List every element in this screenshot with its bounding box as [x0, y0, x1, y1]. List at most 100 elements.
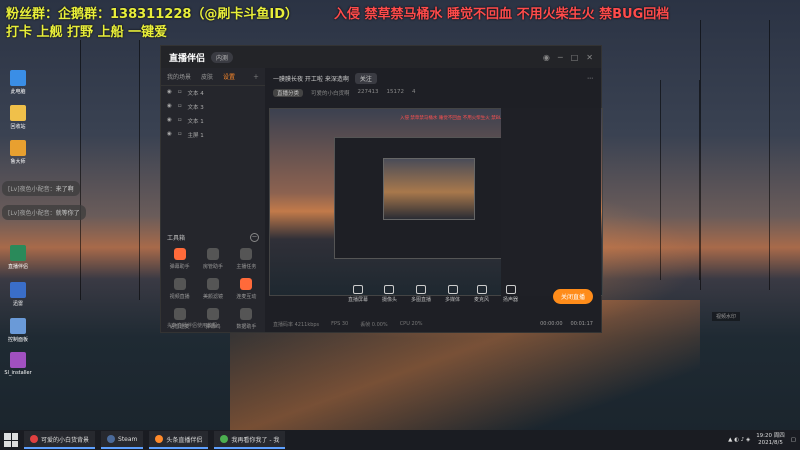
live-companion-window: 直播伴侣 内测 ◉ ─ □ ✕ 我的场景 皮肤 设置 ＋ ◉ ▫ 文本 4 ◉ ▫ 文本… — [160, 45, 603, 333]
scene-item[interactable]: ◉ ▫ 主屏 1 — [161, 128, 265, 142]
notification-icon[interactable]: ▢ — [791, 437, 796, 443]
status-bar: 直播码率 4211kbps FPS 30 丢帧 0.00% CPU 20% 00… — [273, 321, 593, 328]
scene-item[interactable]: ◉ ▫ 文本 3 — [161, 100, 265, 114]
mic-icon — [173, 308, 186, 320]
app-icon — [10, 245, 26, 261]
nested-window — [334, 137, 512, 259]
tool-item[interactable]: 美颜滤镜 — [196, 278, 229, 300]
left-panel: 我的场景 皮肤 设置 ＋ ◉ ▫ 文本 4 ◉ ▫ 文本 3 ◉ ▫ 文本 1 ◉ ▫ 主屏 1… — [161, 68, 265, 332]
eye-icon[interactable]: ◉ — [167, 103, 172, 111]
tool-item[interactable]: 房管助手 — [196, 248, 229, 270]
chrome-icon — [30, 435, 38, 443]
main-panel: 一膜膜长夜 开工啦 来深造啊 关注 ⋯ 直播分类 可爱的小白货啊 227413 … — [265, 68, 603, 332]
system-tray: ▲ ◐ ♪ ◈ 19:20 周四 2021/8/5 ▢ — [728, 433, 796, 447]
stop-live-button[interactable]: 关闭直播 — [552, 289, 593, 304]
nested-preview — [383, 158, 475, 220]
minimize-icon[interactable]: ─ — [558, 53, 563, 62]
maximize-icon[interactable]: □ — [571, 53, 579, 62]
lock-icon[interactable]: ▫ — [178, 103, 182, 111]
taskbar-item[interactable]: 可爱的小白货背景 — [24, 431, 96, 449]
control-mic[interactable]: 麦克风 — [474, 285, 489, 303]
tab-my-scenes[interactable]: 我的场景 — [167, 72, 191, 81]
windows-start-icon[interactable] — [4, 433, 18, 447]
scene-tabs: 我的场景 皮肤 设置 ＋ — [161, 68, 265, 86]
desktop-icon-control-panel[interactable]: 控制面板 — [4, 318, 32, 343]
control-media[interactable]: 多媒体 — [445, 285, 460, 303]
desktop-icon-this-pc[interactable]: 此电脑 — [4, 70, 32, 95]
overlay-line2: 打卡 上舰 打野 上船 一键爱 — [6, 25, 168, 40]
side-panel — [501, 108, 601, 296]
control-screen[interactable]: 直播屏幕 — [348, 285, 368, 303]
app-icon — [10, 282, 26, 298]
likes-count: 15172 — [386, 89, 405, 95]
media-icon — [447, 285, 458, 294]
overlay-line1-red: 入侵 禁草禁马桶水 睡觉不回血 不用火柴生火 禁BUG回档 — [334, 7, 670, 22]
eye-icon[interactable]: ◉ — [167, 89, 172, 97]
tray-icons[interactable]: ▲ ◐ ♪ ◈ — [728, 437, 750, 443]
stream-controls: 直播屏幕 摄像头 多图直播 多媒体 麦克风 扬声器 — [265, 278, 601, 310]
desktop-icon-ludashi[interactable]: 鲁大师 — [4, 140, 32, 165]
toolbox-grid: 弹幕助手 房管助手 主播任务 视频直播 美颜滤镜 连麦互动 语音连麦 弹幕鸡 数… — [163, 248, 263, 330]
tool-item[interactable]: 主播任务 — [230, 248, 263, 270]
tab-settings[interactable]: 设置 — [223, 72, 235, 81]
eye-icon[interactable]: ◉ — [167, 117, 172, 125]
lock-icon[interactable]: ▫ — [178, 131, 182, 139]
video-icon — [173, 278, 186, 290]
live-companion-icon — [155, 435, 164, 443]
taskbar-item[interactable]: 头条直播伴侣 — [149, 431, 209, 449]
ellipsis-icon[interactable]: ⋯ — [587, 75, 593, 82]
speaker-icon — [505, 285, 516, 294]
power-tower — [80, 40, 140, 300]
follow-button[interactable]: 关注 — [354, 73, 377, 84]
desktop-icon-recycle-bin[interactable]: 回收站 — [4, 105, 32, 130]
computer-icon — [10, 70, 26, 86]
tab-skin[interactable]: 皮肤 — [201, 72, 213, 81]
room-stats: 直播分类 可爱的小白货啊 227413 15172 4 — [265, 89, 601, 97]
add-icon[interactable]: ＋ — [253, 72, 259, 81]
desktop-icon-live[interactable]: 直播伴侣 — [4, 245, 32, 270]
installer-icon — [10, 352, 26, 368]
link-icon — [240, 278, 253, 290]
overlay-line1: 粉丝群：企鹅群：138311228（@刷卡斗鱼ID） — [6, 7, 299, 22]
chart-icon — [240, 308, 253, 320]
lock-icon[interactable]: ▫ — [178, 89, 182, 97]
beauty-icon — [206, 278, 219, 290]
chat-message: [Lv]夜色小配音：来了啊 — [2, 181, 80, 196]
tool-item[interactable]: 视频直播 — [163, 278, 196, 300]
tool-item[interactable]: 数据助手 — [230, 308, 263, 330]
record-time: 00:00:00 — [540, 321, 563, 327]
clock[interactable]: 19:20 周四 2021/8/5 — [756, 433, 785, 447]
desktop-icon-installer[interactable]: SI_installer — [4, 352, 32, 376]
fans-count: 4 — [412, 89, 416, 95]
tool-item[interactable]: 弹幕助手 — [163, 248, 196, 270]
grid-icon — [415, 285, 426, 294]
preview-overlay-text: 入侵 禁草禁马桶水 睡觉不回血 不用火柴生火 禁BUG回档 — [400, 116, 515, 121]
close-icon[interactable]: ✕ — [586, 53, 593, 62]
control-panel-icon — [10, 318, 26, 334]
avatar[interactable]: ◉ — [543, 53, 550, 62]
tutorial-link[interactable]: 头条直播伴侣使用教程 — [167, 322, 217, 329]
taskbar-item[interactable]: Steam — [101, 431, 144, 449]
tool-item[interactable]: 连麦互动 — [230, 278, 263, 300]
chat-message: [Lv]夜色小配音：就等你了 — [2, 205, 86, 220]
app-titlebar: 直播伴侣 内测 ◉ ─ □ ✕ — [161, 46, 601, 68]
taskbar-item[interactable]: 我再看你我了 - 我 — [214, 431, 286, 449]
control-multi[interactable]: 多图直播 — [411, 285, 431, 303]
toolbox-header: 工具箱 － — [167, 233, 259, 242]
eye-icon[interactable]: ◉ — [167, 131, 172, 139]
scene-item[interactable]: ◉ ▫ 文本 1 — [161, 114, 265, 128]
app-icon — [10, 140, 26, 156]
watermark-label: 视频水印 — [712, 312, 741, 321]
screen-icon — [352, 285, 363, 294]
desktop-icon-xunlei[interactable]: 迅雷 — [4, 282, 32, 307]
toolbox-add-icon[interactable]: － — [250, 233, 259, 242]
room-name: 可爱的小白货啊 — [311, 91, 350, 97]
lock-icon[interactable]: ▫ — [178, 117, 182, 125]
room-info: 一膜膜长夜 开工啦 来深造啊 关注 ⋯ — [265, 68, 601, 89]
scene-item[interactable]: ◉ ▫ 文本 4 — [161, 86, 265, 100]
camera-icon — [384, 285, 395, 294]
control-speaker[interactable]: 扬声器 — [503, 285, 518, 303]
control-camera[interactable]: 摄像头 — [382, 285, 397, 303]
app-icon — [220, 435, 229, 443]
live-time: 00:01:17 — [570, 321, 593, 327]
